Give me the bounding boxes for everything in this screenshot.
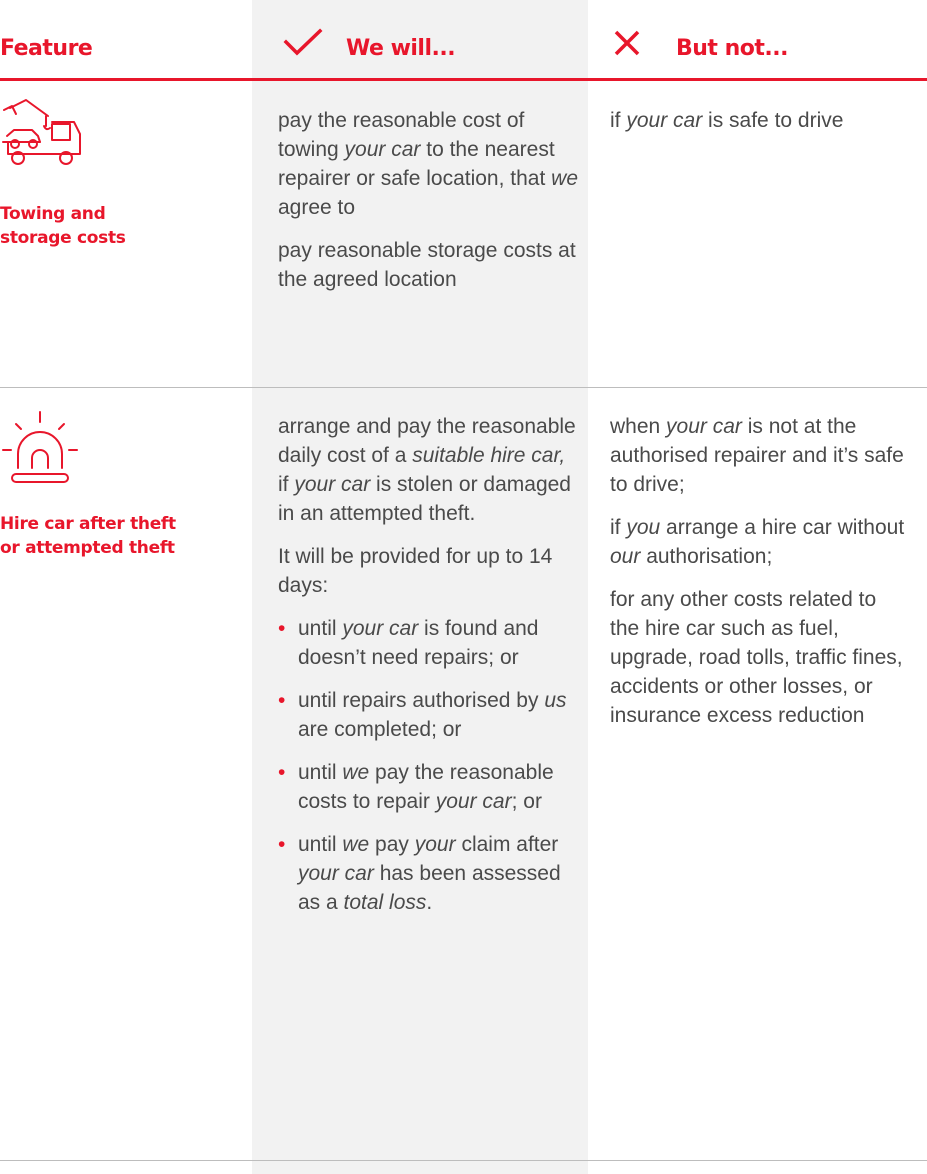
but-not-column-header: But not...: [676, 36, 788, 61]
we-will-paragraph: pay reasonable storage costs at the agre…: [278, 239, 576, 291]
but-not-paragraph: when your car is not at the authorised r…: [610, 415, 904, 496]
towing-we-will-cell: pay the reasonable cost of towing your c…: [278, 106, 578, 308]
tow-truck-icon: [2, 99, 81, 165]
bullet-item: until we pay the reasonable costs to rep…: [278, 758, 578, 816]
hire-car-but-not-cell: when your car is not at the authorised r…: [610, 412, 910, 744]
bullet-list: until your car is found and doesn’t need…: [278, 614, 578, 917]
siren-icon: [2, 411, 78, 483]
feature-label-hire-car: Hire car after theft or attempted theft: [0, 514, 176, 558]
feature-column-header: Feature: [0, 36, 93, 61]
check-icon: [283, 28, 323, 56]
we-will-paragraph: pay the reasonable cost of towing your c…: [278, 109, 579, 219]
bullet-item: until we pay your claim after your car h…: [278, 830, 578, 917]
we-will-paragraph: It will be provided for up to 14 days:: [278, 545, 553, 597]
but-not-paragraph: if you arrange a hire car without our au…: [610, 516, 905, 568]
row-divider: [0, 387, 927, 388]
but-not-paragraph: for any other costs related to the hire …: [610, 588, 903, 727]
we-will-column-header: We will...: [346, 36, 456, 61]
bullet-item: until your car is found and doesn’t need…: [278, 614, 578, 672]
we-will-paragraph: arrange and pay the reasonable daily cos…: [278, 415, 576, 525]
but-not-paragraph: if your car is safe to drive: [610, 109, 844, 132]
feature-label-towing: Towing and storage costs: [0, 204, 126, 248]
towing-but-not-cell: if your car is safe to drive: [610, 106, 910, 149]
hire-car-we-will-cell: arrange and pay the reasonable daily cos…: [278, 412, 578, 931]
table-bottom-divider: [0, 1160, 927, 1161]
header-divider: [0, 78, 927, 81]
bullet-item: until repairs authorised by us are compl…: [278, 686, 578, 744]
cross-icon: [614, 30, 640, 56]
